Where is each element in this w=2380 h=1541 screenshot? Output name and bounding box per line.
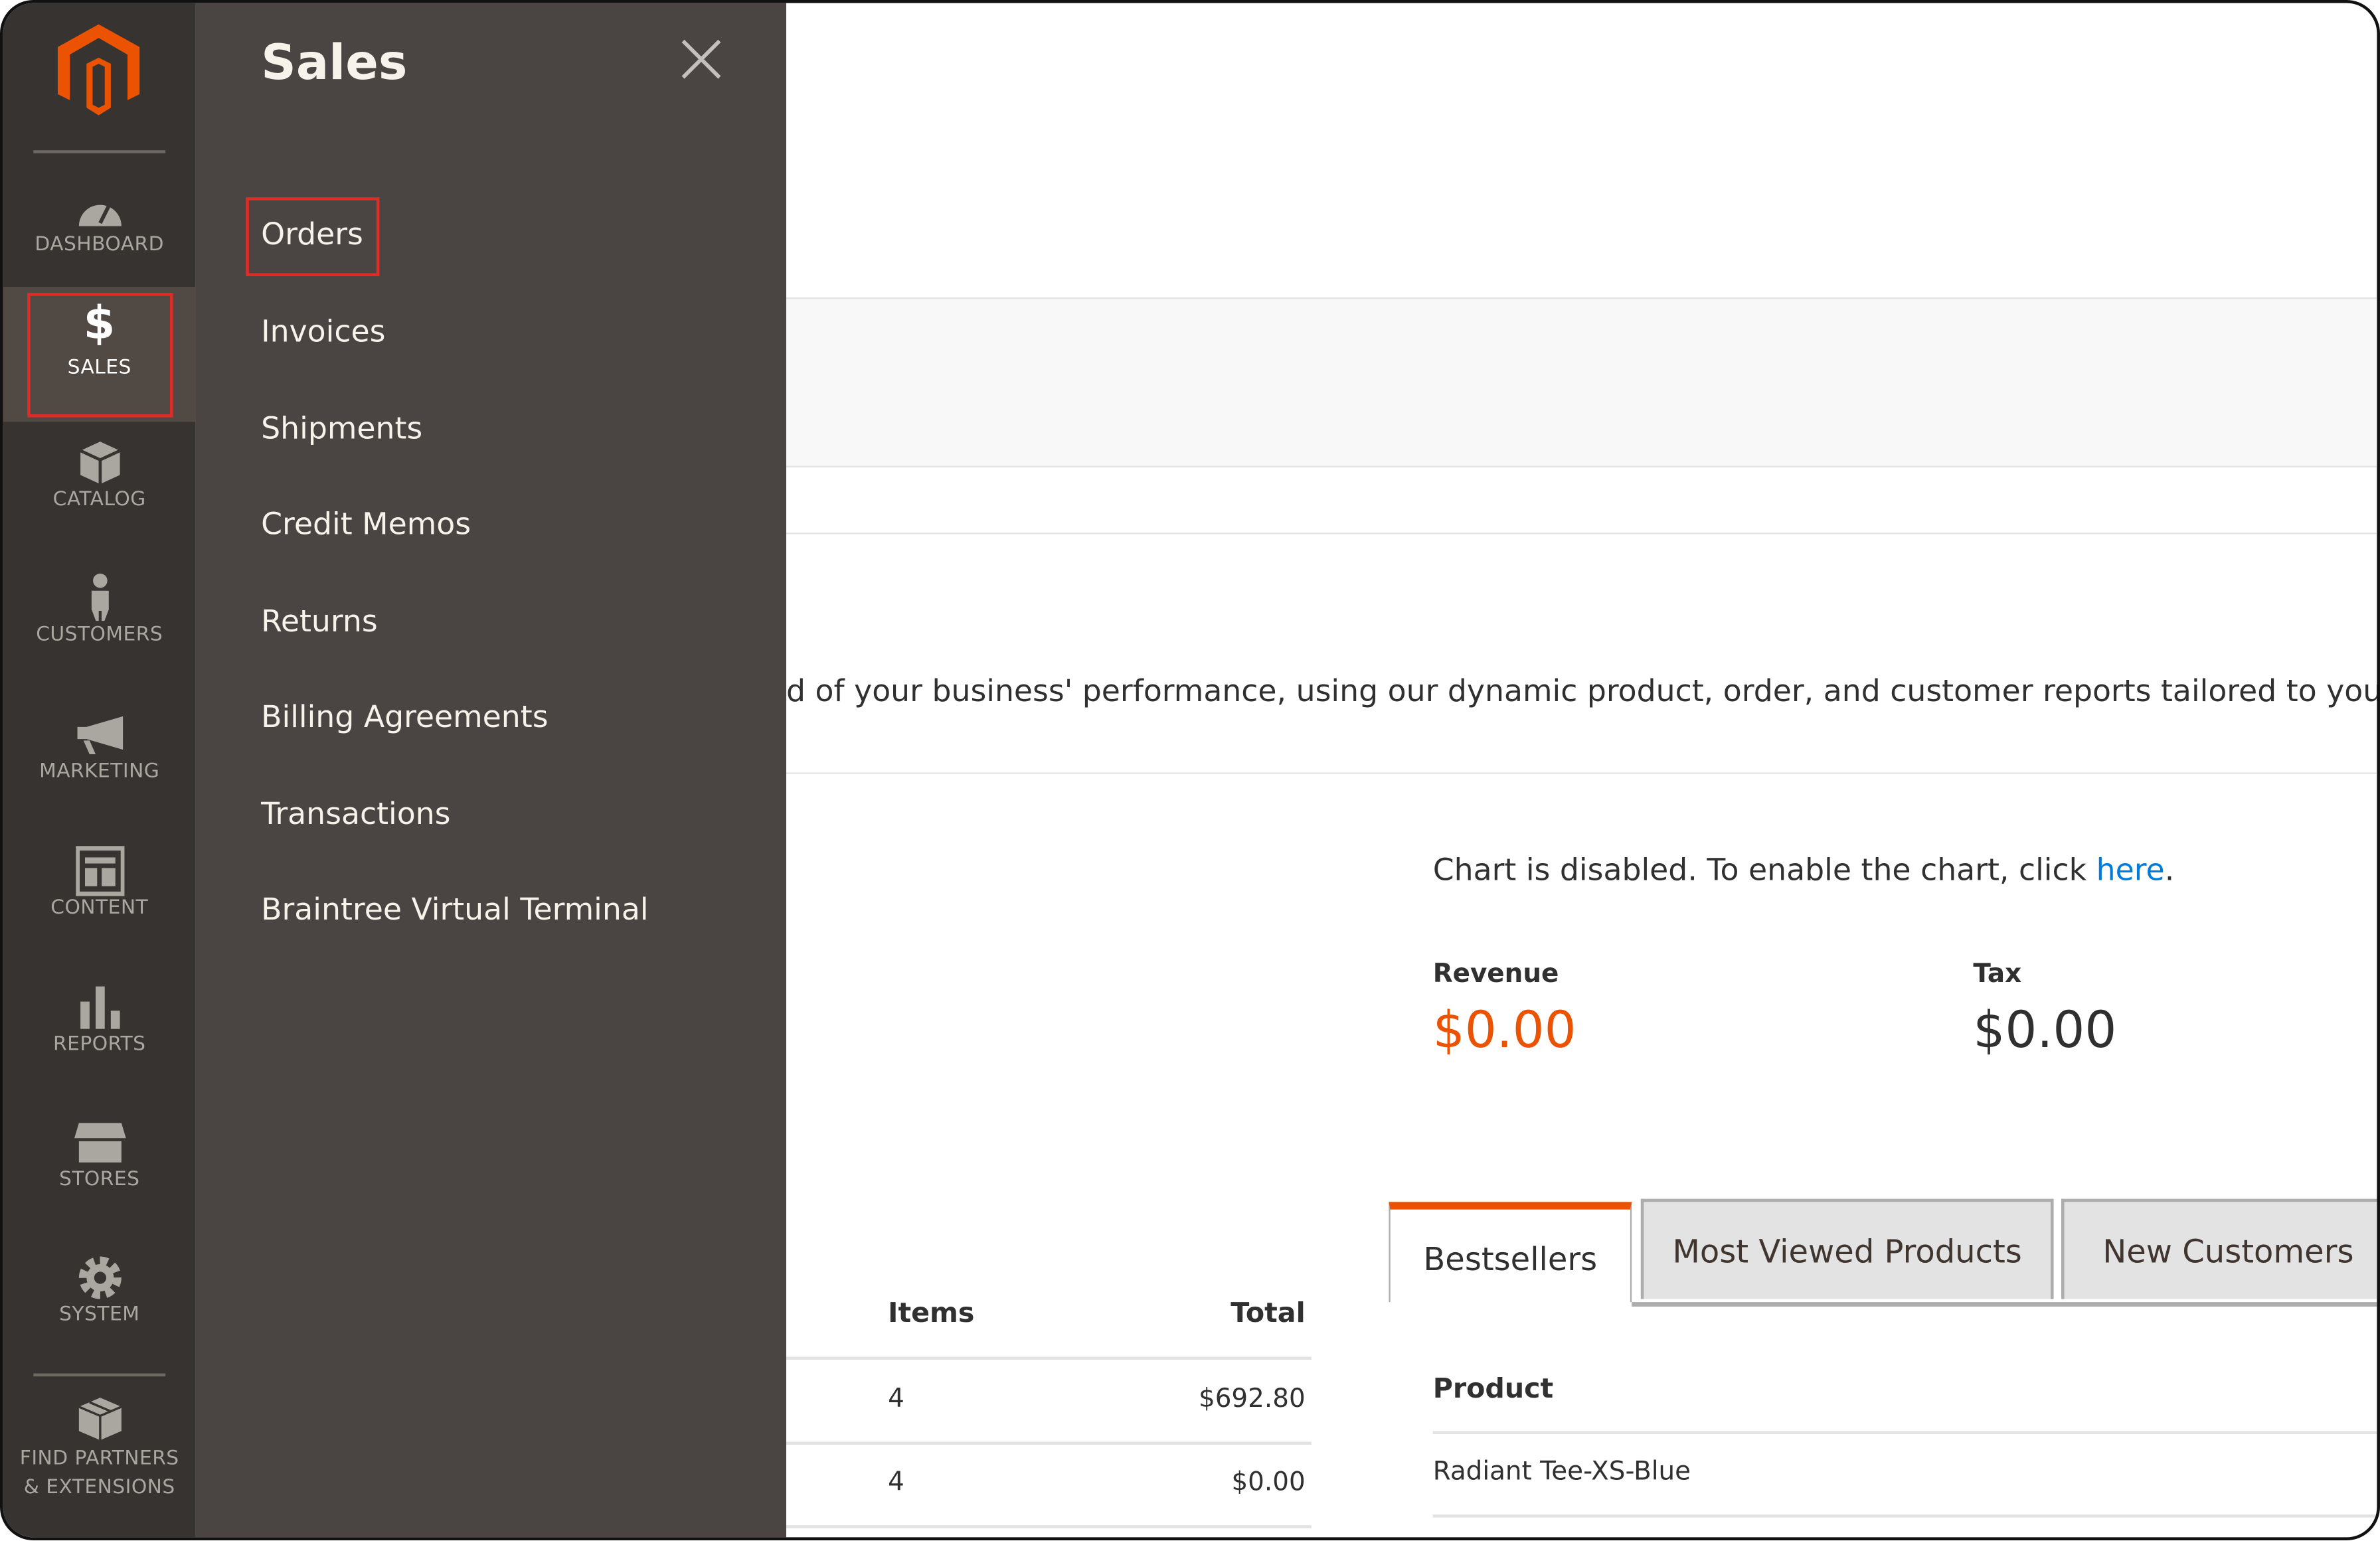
nav-content[interactable]: CONTENT xyxy=(3,830,196,965)
divider xyxy=(33,1373,166,1377)
nav-customers[interactable]: CUSTOMERS xyxy=(3,557,196,692)
cubes-icon xyxy=(78,1398,122,1441)
tabs-baseline xyxy=(1632,1302,2377,1307)
person-icon xyxy=(90,573,108,621)
store-icon xyxy=(73,1123,126,1163)
nav-label: DASHBOARD xyxy=(35,233,164,257)
sales-flyout-menu: Sales Orders Invoices Shipments Credit M… xyxy=(195,3,786,1538)
intro-text: d of your business' performance, using o… xyxy=(786,672,2380,709)
highlight-box xyxy=(27,293,173,418)
row-total: $0.00 xyxy=(1231,1467,1306,1498)
admin-sidebar: DASHBOARD $ SALES CATALOG CUSTOMERS MARK… xyxy=(3,3,196,1538)
chart-notice: Chart is disabled. To enable the chart, … xyxy=(1433,851,2175,888)
gear-icon xyxy=(78,1256,121,1299)
tax-value: $0.00 xyxy=(1973,1000,2117,1060)
close-icon[interactable] xyxy=(679,37,724,82)
nav-label: CATALOG xyxy=(52,488,146,512)
nav-dashboard[interactable]: DASHBOARD xyxy=(3,167,196,301)
nav-system[interactable]: SYSTEM xyxy=(3,1237,196,1372)
revenue-value: $0.00 xyxy=(1432,1000,1576,1060)
nav-reports[interactable]: REPORTS xyxy=(3,967,196,1101)
highlight-box xyxy=(246,197,380,276)
submenu-returns[interactable]: Returns xyxy=(261,602,378,639)
tab-bestsellers[interactable]: Bestsellers xyxy=(1389,1202,1632,1303)
dashboard-content: d of your business' performance, using o… xyxy=(786,3,2377,1538)
divider xyxy=(33,150,166,153)
tax-label: Tax xyxy=(1973,959,2022,990)
nav-label: REPORTS xyxy=(52,1033,146,1056)
divider xyxy=(1432,1431,2377,1434)
dashboard-icon xyxy=(78,204,121,226)
nav-find-partners[interactable]: FIND PARTNERS & EXTENSIONS xyxy=(3,1378,196,1512)
submenu-billing-agreements[interactable]: Billing Agreements xyxy=(261,698,548,734)
nav-label: CUSTOMERS xyxy=(36,623,163,647)
nav-label: SYSTEM xyxy=(59,1303,140,1327)
divider xyxy=(1432,1514,2377,1518)
divider xyxy=(786,1441,1312,1445)
divider xyxy=(786,1525,1312,1528)
nav-label: MARKETING xyxy=(39,760,160,783)
submenu-transactions[interactable]: Transactions xyxy=(261,795,450,832)
row-items: 4 xyxy=(888,1467,904,1498)
chart-notice-text: Chart is disabled. To enable the chart, … xyxy=(1432,851,2096,888)
submenu-credit-memos[interactable]: Credit Memos xyxy=(261,505,471,542)
nav-label: STORES xyxy=(58,1168,140,1192)
enable-chart-link[interactable]: here xyxy=(2096,851,2165,888)
submenu-braintree[interactable]: Braintree Virtual Terminal xyxy=(261,891,648,928)
submenu-shipments[interactable]: Shipments xyxy=(261,410,422,446)
box-icon xyxy=(79,442,120,485)
tab-new-customers[interactable]: New Customers xyxy=(2061,1198,2377,1299)
layout-icon xyxy=(75,846,124,896)
megaphone-icon xyxy=(76,716,122,754)
flyout-title: Sales xyxy=(261,33,408,92)
chart-notice-end: . xyxy=(2164,851,2175,888)
divider xyxy=(786,532,2377,534)
divider xyxy=(786,772,2377,774)
magento-logo-icon[interactable] xyxy=(57,24,140,116)
row-total: $692.80 xyxy=(1198,1384,1306,1415)
submenu-invoices[interactable]: Invoices xyxy=(261,313,385,349)
nav-label: CONTENT xyxy=(50,896,149,920)
column-header-total: Total xyxy=(1231,1297,1306,1330)
page-actions-band xyxy=(786,297,2377,467)
product-name: Radiant Tee-XS-Blue xyxy=(1432,1457,1691,1487)
revenue-label: Revenue xyxy=(1432,959,1559,990)
tab-most-viewed-products[interactable]: Most Viewed Products xyxy=(1640,1198,2054,1299)
bar-chart-icon xyxy=(79,986,120,1029)
column-header-product: Product xyxy=(1432,1373,1554,1406)
column-header-items: Items xyxy=(888,1297,975,1330)
divider xyxy=(786,1356,1312,1360)
row-items: 4 xyxy=(888,1384,904,1415)
nav-marketing[interactable]: MARKETING xyxy=(3,694,196,829)
nav-label: FIND PARTNERS & EXTENSIONS xyxy=(19,1447,179,1500)
nav-catalog[interactable]: CATALOG xyxy=(3,422,196,556)
nav-stores[interactable]: STORES xyxy=(3,1101,196,1236)
